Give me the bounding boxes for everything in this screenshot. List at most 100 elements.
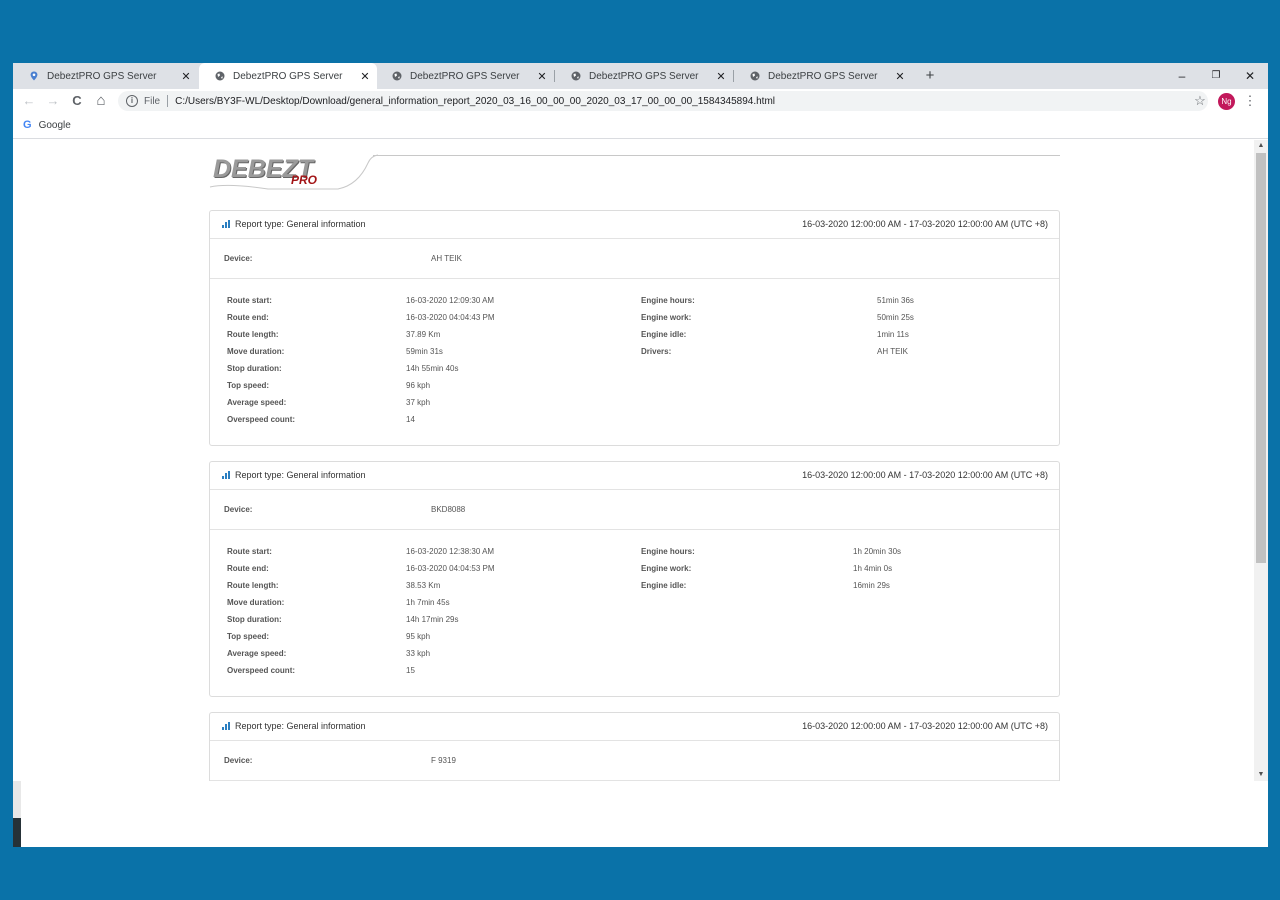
stat-label: Engine hours: xyxy=(641,547,695,556)
stat-value: 95 kph xyxy=(406,632,431,641)
stat-label: Move duration: xyxy=(227,598,285,607)
tab-title: DebeztPRO GPS Server xyxy=(410,70,520,82)
bookmark-google[interactable]: G Google xyxy=(23,119,71,131)
stat-value: 16-03-2020 12:09:30 AM xyxy=(406,296,495,305)
stat-label: Engine idle: xyxy=(641,581,687,590)
stat-label: Route start: xyxy=(227,547,272,556)
forward-button[interactable]: → xyxy=(43,91,63,111)
report-header: Report type: General information 16-03-2… xyxy=(210,211,1059,239)
stat-label: Overspeed count: xyxy=(227,666,296,675)
device-value: BKD8088 xyxy=(431,505,466,514)
lower-panel xyxy=(13,781,1268,847)
stat-value: 1min 11s xyxy=(877,330,909,339)
device-row: Device: BKD8088 xyxy=(210,490,1059,530)
stat-value: 14h 17min 29s xyxy=(406,615,459,624)
tab-2-active[interactable]: DebeztPRO GPS Server ✕ xyxy=(199,63,377,89)
info-icon[interactable]: i xyxy=(126,95,138,107)
globe-icon xyxy=(215,71,225,81)
stat-value: 1h 7min 45s xyxy=(406,598,450,607)
scrollbar-thumb[interactable] xyxy=(1256,153,1266,563)
stat-value: 96 kph xyxy=(406,381,431,390)
file-scheme-label: File xyxy=(144,95,161,107)
scroll-down-arrow-icon[interactable]: ▼ xyxy=(1254,769,1268,781)
map-pin-icon xyxy=(29,71,39,81)
address-bar[interactable]: i File C:/Users/BY3F-WL/Desktop/Download… xyxy=(118,91,1208,111)
stat-value: 59min 31s xyxy=(406,347,443,356)
tab-title: DebeztPRO GPS Server xyxy=(47,70,157,82)
tab-strip: DebeztPRO GPS Server ✕ DebeztPRO GPS Ser… xyxy=(13,63,1268,89)
browser-toolbar: ← → C ⌂ i File C:/Users/BY3F-WL/Desktop/… xyxy=(13,89,1268,113)
stat-label: Route end: xyxy=(227,313,269,322)
report-type: Report type: General information xyxy=(235,219,366,229)
stat-value: 33 kph xyxy=(406,649,431,658)
close-tab-icon[interactable]: ✕ xyxy=(536,70,548,83)
bar-chart-icon xyxy=(222,220,231,228)
stat-label: Top speed: xyxy=(227,632,270,641)
globe-icon xyxy=(392,71,402,81)
stat-value: 51min 36s xyxy=(877,296,914,305)
logo-pro: PRO xyxy=(291,173,318,187)
tab-3[interactable]: DebeztPRO GPS Server ✕ xyxy=(376,63,554,89)
globe-icon xyxy=(571,71,581,81)
close-tab-icon[interactable]: ✕ xyxy=(359,70,371,83)
back-button[interactable]: ← xyxy=(19,91,39,111)
logo-rule xyxy=(373,155,1060,156)
stat-label: Route end: xyxy=(227,564,269,573)
url-text[interactable]: C:/Users/BY3F-WL/Desktop/Download/genera… xyxy=(175,96,775,107)
restore-button[interactable]: ❐ xyxy=(1206,66,1226,86)
menu-icon[interactable]: ⋮ xyxy=(1243,92,1257,110)
stat-value: 15 xyxy=(406,666,415,675)
bar-chart-icon xyxy=(222,722,231,730)
stat-value: 37 kph xyxy=(406,398,431,407)
close-window-button[interactable]: ✕ xyxy=(1240,66,1260,86)
stat-value: 14 xyxy=(406,415,415,424)
scroll-up-arrow-icon[interactable]: ▲ xyxy=(1254,140,1268,152)
report-period: 16-03-2020 12:00:00 AM - 17-03-2020 12:0… xyxy=(802,219,1048,229)
tab-1[interactable]: DebeztPRO GPS Server ✕ xyxy=(13,63,198,89)
stat-label: Engine hours: xyxy=(641,296,695,305)
reload-button[interactable]: C xyxy=(67,91,87,111)
debezt-pro-logo: DEBEZT PRO xyxy=(208,153,1060,193)
page-viewport: DEBEZT PRO Report type: General informat… xyxy=(13,140,1254,781)
device-row: Device: AH TEIK xyxy=(210,239,1059,279)
stat-value: 50min 25s xyxy=(877,313,914,322)
bookmark-star-icon[interactable]: ☆ xyxy=(1191,92,1209,110)
profile-avatar[interactable]: Ng xyxy=(1218,93,1235,110)
minimize-button[interactable]: – xyxy=(1172,66,1192,86)
close-tab-icon[interactable]: ✕ xyxy=(715,70,727,83)
stat-value: 16-03-2020 04:04:43 PM xyxy=(406,313,495,322)
stat-label: Average speed: xyxy=(227,649,287,658)
report-type: Report type: General information xyxy=(235,721,366,731)
stat-value: 16-03-2020 12:38:30 AM xyxy=(406,547,495,556)
bookmarks-bar: G Google xyxy=(13,113,1268,139)
stat-value: 38.53 Km xyxy=(406,581,441,590)
report-panel: Report type: General information 16-03-2… xyxy=(209,210,1060,446)
tab-title: DebeztPRO GPS Server xyxy=(589,70,699,82)
stat-value: 1h 4min 0s xyxy=(853,564,893,573)
stat-label: Route length: xyxy=(227,581,279,590)
stat-label: Stop duration: xyxy=(227,615,282,624)
device-value: AH TEIK xyxy=(431,254,462,263)
device-label: Device: xyxy=(224,505,253,514)
stat-value: 16-03-2020 04:04:53 PM xyxy=(406,564,495,573)
tab-5[interactable]: DebeztPRO GPS Server ✕ xyxy=(734,63,912,89)
vertical-scrollbar[interactable]: ▲ ▼ xyxy=(1254,140,1268,781)
report-header: Report type: General information 16-03-2… xyxy=(210,713,1059,741)
bookmark-label: Google xyxy=(38,119,71,131)
new-tab-button[interactable]: + xyxy=(921,67,939,85)
stat-label: Engine work: xyxy=(641,313,692,322)
report-period: 16-03-2020 12:00:00 AM - 17-03-2020 12:0… xyxy=(802,721,1048,731)
device-label: Device: xyxy=(224,756,253,765)
close-tab-icon[interactable]: ✕ xyxy=(894,70,906,83)
stat-label: Overspeed count: xyxy=(227,415,296,424)
browser-window: DebeztPRO GPS Server ✕ DebeztPRO GPS Ser… xyxy=(13,63,1268,781)
stat-value: AH TEIK xyxy=(877,347,908,356)
tab-4[interactable]: DebeztPRO GPS Server ✕ xyxy=(555,63,733,89)
tab-title: DebeztPRO GPS Server xyxy=(768,70,878,82)
stat-value: 16min 29s xyxy=(853,581,890,590)
close-tab-icon[interactable]: ✕ xyxy=(180,70,192,83)
home-button[interactable]: ⌂ xyxy=(91,91,111,111)
stat-label: Top speed: xyxy=(227,381,270,390)
report-header: Report type: General information 16-03-2… xyxy=(210,462,1059,490)
globe-icon xyxy=(750,71,760,81)
